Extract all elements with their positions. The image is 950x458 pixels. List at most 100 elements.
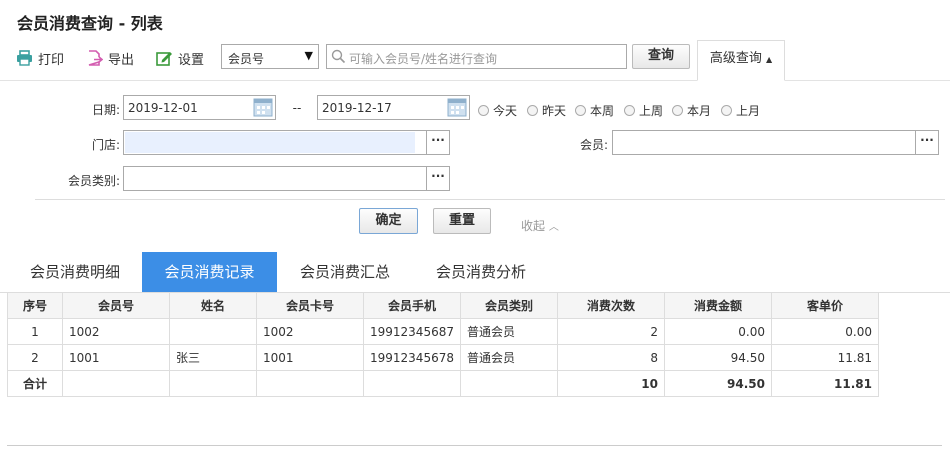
- search-field-select[interactable]: 会员号 ▼: [221, 44, 319, 69]
- column-header[interactable]: 消费次数: [556, 292, 665, 319]
- column-header[interactable]: 会员号: [62, 292, 170, 319]
- cell-total-count: 10: [556, 370, 665, 397]
- table-row[interactable]: 2 1001 张三 1001 19912345678 普通会员 8 94.50 …: [7, 344, 879, 371]
- collapse-label: 收起: [521, 219, 546, 233]
- member-picker-button[interactable]: ···: [915, 130, 939, 155]
- column-header[interactable]: 消费金额: [663, 292, 772, 319]
- range-radio-this-month[interactable]: 本月: [672, 102, 711, 119]
- cell-empty: [363, 370, 461, 397]
- consumption-table: 序号 会员号 姓名 会员卡号 会员手机 会员类别 消费次数 消费金额 客单价 1…: [7, 292, 879, 397]
- cell-member-no: 1001: [62, 344, 170, 371]
- cell-index: 2: [7, 344, 63, 371]
- printer-icon: [17, 50, 32, 66]
- store-label: 门店:: [91, 138, 120, 152]
- cell-card-no: 1001: [256, 344, 364, 371]
- radio-icon: [527, 105, 538, 116]
- cell-name: [169, 318, 257, 345]
- member-type-input[interactable]: [123, 166, 427, 191]
- cell-member-no: 1002: [62, 318, 170, 345]
- range-radio-last-month[interactable]: 上月: [721, 102, 760, 119]
- settings-button[interactable]: 设置: [156, 48, 204, 68]
- date-from-value: 2019-12-01: [128, 101, 198, 115]
- cell-empty: [459, 370, 558, 397]
- cell-total-label: 合计: [7, 370, 63, 397]
- search-input[interactable]: 可输入会员号/姓名进行查询: [326, 44, 627, 69]
- collapse-link[interactable]: 收起 ︿: [521, 217, 559, 234]
- tab-consumption-summary[interactable]: 会员消费汇总: [280, 252, 410, 292]
- cell-name: 张三: [169, 344, 257, 371]
- settings-label: 设置: [178, 52, 205, 68]
- table-header-row: 序号 会员号 姓名 会员卡号 会员手机 会员类别 消费次数 消费金额 客单价: [7, 292, 879, 319]
- radio-icon: [721, 105, 732, 116]
- tab-bar: 会员消费明细 会员消费记录 会员消费汇总 会员消费分析: [0, 252, 950, 293]
- title-bar: 会员消费查询 - 列表: [0, 0, 950, 40]
- store-input[interactable]: [123, 130, 427, 155]
- range-radio-yesterday[interactable]: 昨天: [527, 102, 566, 119]
- cell-amount: 94.50: [663, 344, 772, 371]
- query-button[interactable]: 查询: [632, 44, 690, 69]
- column-header[interactable]: 会员类别: [459, 292, 558, 319]
- cell-phone: 19912345678: [363, 344, 461, 371]
- tab-consumption-record[interactable]: 会员消费记录: [142, 252, 277, 292]
- print-button[interactable]: 打印: [16, 48, 64, 68]
- radio-icon: [672, 105, 683, 116]
- radio-icon: [624, 105, 635, 116]
- search-field-value: 会员号: [228, 52, 265, 66]
- column-header[interactable]: 客单价: [770, 292, 879, 319]
- member-type-label: 会员类别:: [67, 174, 120, 188]
- page-title: 会员消费查询 - 列表: [17, 14, 163, 33]
- tab-consumption-analysis[interactable]: 会员消费分析: [416, 252, 546, 292]
- column-header[interactable]: 姓名: [169, 292, 257, 319]
- cell-total-avg: 11.81: [770, 370, 879, 397]
- range-label: 本月: [687, 104, 712, 118]
- member-input[interactable]: [612, 130, 916, 155]
- calendar-icon[interactable]: [253, 96, 273, 118]
- bottom-divider: [7, 445, 942, 446]
- advanced-query-label: 高级查询: [709, 51, 762, 66]
- export-label: 导出: [108, 52, 135, 68]
- print-label: 打印: [38, 52, 65, 68]
- filter-divider: [35, 199, 945, 200]
- chevron-up-icon: ︿: [548, 222, 559, 233]
- column-header[interactable]: 会员手机: [363, 292, 461, 319]
- cell-card-no: 1002: [256, 318, 364, 345]
- search-icon: [331, 49, 346, 64]
- cell-empty: [256, 370, 364, 397]
- range-label: 上月: [736, 104, 761, 118]
- calendar-icon[interactable]: [447, 96, 467, 118]
- table-row[interactable]: 1 1002 1002 19912345687 普通会员 2 0.00 0.00: [7, 318, 879, 345]
- range-radio-this-week[interactable]: 本周: [575, 102, 614, 119]
- range-radio-today[interactable]: 今天: [478, 102, 517, 119]
- caret-up-icon: ▲: [766, 55, 773, 64]
- column-header[interactable]: 序号: [7, 292, 63, 319]
- cell-total-amount: 94.50: [663, 370, 772, 397]
- cell-index: 1: [7, 318, 63, 345]
- cell-amount: 0.00: [663, 318, 772, 345]
- search-placeholder: 可输入会员号/姓名进行查询: [349, 52, 498, 66]
- range-label: 昨天: [542, 104, 567, 118]
- date-to-value: 2019-12-17: [322, 101, 392, 115]
- date-separator: --: [292, 101, 302, 115]
- tab-consumption-detail[interactable]: 会员消费明细: [10, 252, 140, 292]
- member-type-picker-button[interactable]: ···: [426, 166, 450, 191]
- export-button[interactable]: 导出: [86, 48, 134, 68]
- cell-avg: 0.00: [770, 318, 879, 345]
- advanced-query-button[interactable]: 高级查询 ▲: [697, 40, 785, 81]
- member-label: 会员:: [579, 138, 608, 152]
- cell-empty: [62, 370, 170, 397]
- cell-empty: [169, 370, 257, 397]
- date-label: 日期:: [91, 103, 120, 117]
- range-label: 上周: [639, 104, 664, 118]
- dropdown-arrow-icon: ▼: [304, 49, 313, 62]
- reset-button[interactable]: 重置: [433, 208, 491, 234]
- range-radio-last-week[interactable]: 上周: [624, 102, 663, 119]
- confirm-button[interactable]: 确定: [359, 208, 418, 234]
- store-picker-button[interactable]: ···: [426, 130, 450, 155]
- range-label: 本周: [590, 104, 615, 118]
- range-label: 今天: [493, 104, 518, 118]
- cell-member-type: 普通会员: [459, 344, 558, 371]
- column-header[interactable]: 会员卡号: [256, 292, 364, 319]
- export-icon: [88, 50, 103, 66]
- cell-count: 2: [556, 318, 665, 345]
- radio-icon: [478, 105, 489, 116]
